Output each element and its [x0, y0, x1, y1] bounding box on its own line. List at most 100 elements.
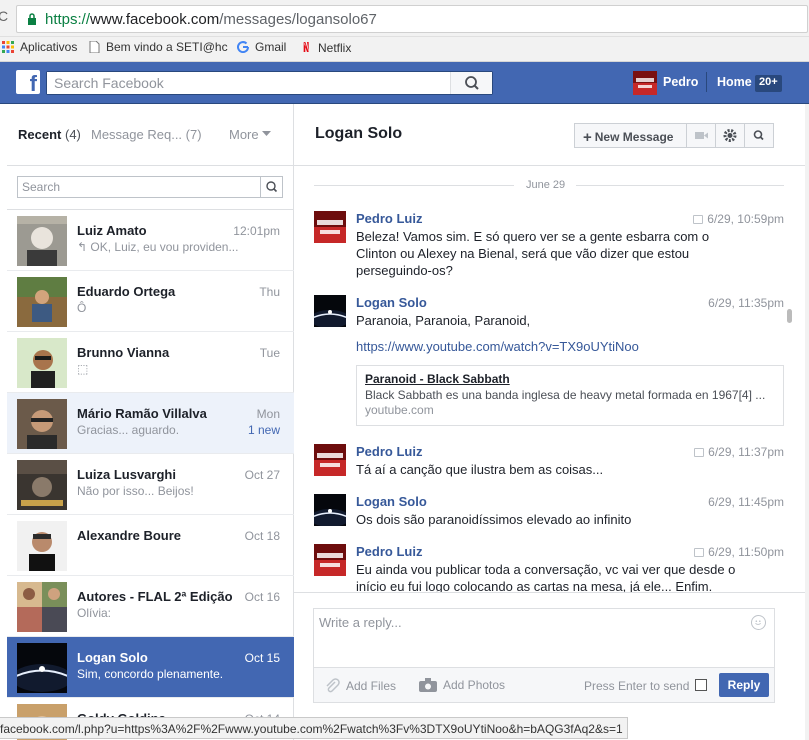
thread-time: 12:01pm: [233, 224, 280, 238]
thread-name: Logan Solo: [77, 650, 148, 665]
thread-time: Tue: [259, 346, 280, 360]
message: Pedro Luiz 6/29, 11:50pm Eu ainda vou pu…: [314, 544, 784, 592]
thread-search: [17, 176, 283, 198]
message-thread: June 29 Pedro Luiz 6/29, 10:59pm Beleza!…: [294, 166, 809, 592]
avatar[interactable]: [314, 295, 346, 327]
avatar[interactable]: [314, 444, 346, 476]
chevron-down-icon: [262, 131, 272, 136]
facebook-search-input[interactable]: [47, 72, 447, 94]
thread-time: Oct 18: [244, 529, 280, 543]
message: Pedro Luiz 6/29, 10:59pm Beleza! Vamos s…: [314, 211, 784, 281]
thread-snippet: Ô: [77, 301, 87, 315]
video-call-button[interactable]: [686, 123, 716, 148]
search-conversation-button[interactable]: [744, 123, 774, 148]
thread-name: Luiz Amato: [77, 223, 147, 238]
bookmark-gmail[interactable]: Gmail: [237, 40, 286, 54]
thread-time: Oct 16: [244, 590, 280, 604]
add-files-button[interactable]: Add Files: [324, 678, 396, 694]
thread-name: Mário Ramão Villalva: [77, 406, 207, 421]
avatar: [17, 521, 67, 571]
bookmark-seti[interactable]: Bem vindo a SETI@hc: [88, 40, 228, 54]
reply-button[interactable]: Reply: [719, 673, 769, 697]
message-timestamp: 6/29, 11:45pm: [708, 495, 784, 509]
thread-snippet: ↰ OK, Luiz, eu vou providen...: [77, 240, 239, 254]
thread-item[interactable]: Luiza Lusvarghi Não por isso... Beijos! …: [7, 454, 294, 515]
add-photos-button[interactable]: Add Photos: [419, 678, 505, 692]
thread-item[interactable]: Mário Ramão Villalva Gracias... aguardo.…: [7, 393, 294, 454]
message-bubble-icon: [694, 448, 705, 457]
thread-snippet: Não por isso... Beijos!: [77, 484, 194, 498]
search-button[interactable]: [450, 72, 492, 94]
paperclip-icon: [326, 678, 340, 693]
facebook-logo[interactable]: f: [16, 70, 40, 94]
avatar[interactable]: [314, 494, 346, 526]
avatar[interactable]: [314, 211, 346, 243]
reload-icon[interactable]: C: [0, 8, 8, 24]
thread-item[interactable]: Autores - FLAL 2ª Edição Olívia: Oct 16: [7, 576, 294, 637]
camera-icon: [419, 678, 437, 692]
home-link[interactable]: Home: [717, 75, 752, 89]
url-text: https://www.facebook.com/messages/logans…: [45, 11, 377, 28]
message-author[interactable]: Pedro Luiz: [356, 211, 422, 226]
press-enter-checkbox[interactable]: [695, 679, 707, 691]
avatar[interactable]: [314, 544, 346, 576]
facebook-search: [46, 71, 493, 95]
emoji-icon[interactable]: [751, 615, 766, 630]
new-message-badge: 1 new: [247, 423, 280, 437]
message-text: Tá aí a canção que ilustra bem as coisas…: [356, 462, 604, 477]
message-author[interactable]: Logan Solo: [356, 494, 427, 509]
lock-icon: [28, 13, 36, 25]
thread-item[interactable]: Eduardo Ortega Ô Thu: [7, 271, 294, 332]
thread-item[interactable]: Brunno Vianna ⬚ Tue: [7, 332, 294, 393]
thread-item[interactable]: Alexandre Boure Oct 18: [7, 515, 294, 576]
message-text: Os dois são paranoidíssimos elevado ao i…: [356, 512, 632, 527]
message-timestamp: 6/29, 10:59pm: [693, 212, 784, 226]
message-author[interactable]: Logan Solo: [356, 295, 427, 310]
url-field[interactable]: https://www.facebook.com/messages/logans…: [16, 5, 808, 33]
thread-item[interactable]: Luiz Amato ↰ OK, Luiz, eu vou providen..…: [7, 210, 294, 271]
reply-input[interactable]: [314, 609, 744, 665]
avatar: [17, 338, 67, 388]
link-preview-title[interactable]: Paranoid - Black Sabbath: [365, 372, 775, 386]
avatar: [17, 277, 67, 327]
message-timestamp: 6/29, 11:37pm: [694, 445, 784, 459]
bookmark-apps[interactable]: Aplicativos: [2, 40, 77, 54]
message-link[interactable]: https://www.youtube.com/watch?v=TX9oUYti…: [356, 339, 639, 354]
thread-search-input[interactable]: [18, 177, 258, 197]
gear-icon: [723, 129, 737, 142]
message-text: Eu ainda vou publicar toda a conversação…: [356, 562, 736, 592]
tab-recent[interactable]: Recent (4): [18, 127, 81, 142]
thread-time: Oct 15: [244, 651, 280, 665]
tab-message-requests[interactable]: Message Req... (7): [91, 127, 202, 142]
conversation-header: Logan Solo + New Message: [294, 104, 809, 166]
user-avatar[interactable]: [633, 71, 657, 95]
settings-button[interactable]: [715, 123, 745, 148]
thread-item-active[interactable]: Logan Solo Sim, concordo plenamente. Oct…: [7, 637, 294, 698]
profile-link[interactable]: Pedro: [663, 75, 698, 89]
message-author[interactable]: Pedro Luiz: [356, 444, 422, 459]
netflix-icon: [303, 42, 309, 52]
message-scrollbar[interactable]: [787, 309, 792, 323]
message-author[interactable]: Pedro Luiz: [356, 544, 422, 559]
new-message-button[interactable]: + New Message: [574, 123, 687, 148]
message-bubble-icon: [693, 215, 704, 224]
link-preview-card[interactable]: Paranoid - Black Sabbath Black Sabbath e…: [356, 365, 784, 426]
browser-status-url: facebook.com/l.php?u=https%3A%2F%2Fwww.y…: [0, 717, 628, 739]
reply-box: [313, 608, 775, 668]
bookmark-netflix[interactable]: Netflix: [302, 40, 351, 55]
facebook-top-bar: f Pedro Home 20+: [0, 62, 809, 104]
conversation-title[interactable]: Logan Solo: [315, 125, 402, 143]
thread-tabs: Recent (4) Message Req... (7) More: [7, 104, 294, 166]
thread-snippet: ⬚: [77, 362, 89, 376]
apps-grid-icon: [2, 41, 14, 53]
thread-search-button[interactable]: [260, 177, 282, 197]
thread-name: Eduardo Ortega: [77, 284, 176, 299]
plus-icon: +: [583, 129, 592, 146]
thread-snippet: Olívia:: [77, 606, 112, 620]
link-preview-description: Black Sabbath es una banda inglesa de he…: [365, 388, 766, 402]
message-bubble-icon: [694, 548, 705, 557]
message: Pedro Luiz 6/29, 11:37pm Tá aí a canção …: [314, 444, 784, 480]
message-timestamp: 6/29, 11:35pm: [708, 296, 784, 310]
page-scrollbar-track[interactable]: [805, 104, 809, 740]
more-dropdown[interactable]: More: [229, 127, 272, 142]
